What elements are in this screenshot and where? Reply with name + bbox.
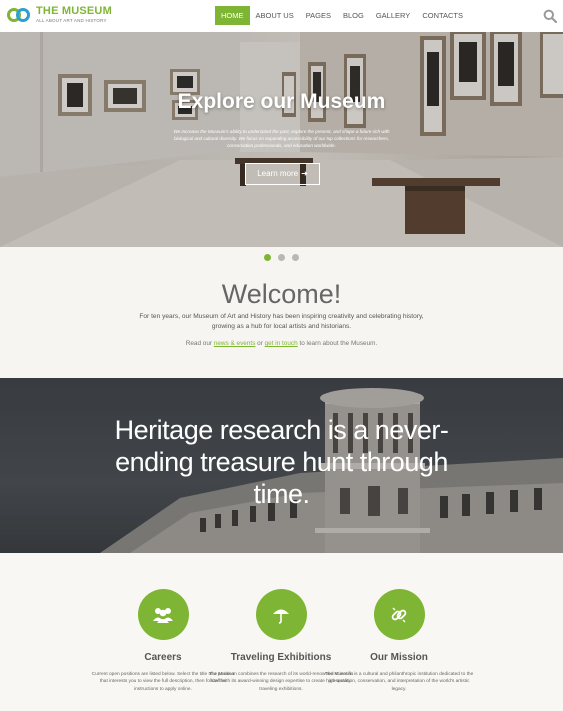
banner-quote: Heritage research is a never-ending trea… (114, 415, 449, 509)
heritage-banner: Heritage research is a never-ending trea… (0, 378, 563, 553)
features-section: Careers Current open positions are liste… (0, 553, 563, 711)
slider-dots (264, 254, 306, 261)
get-in-touch-link[interactable]: get in touch (265, 340, 298, 347)
site-logo[interactable]: THE MUSEUM ALL ABOUT ART AND HISTORY (7, 5, 112, 24)
slider-dot-1[interactable] (264, 254, 271, 261)
umbrella-icon[interactable] (255, 589, 307, 640)
nav-home[interactable]: HOME (215, 6, 250, 25)
site-header: THE MUSEUM ALL ABOUT ART AND HISTORY HOM… (0, 0, 563, 32)
hero-description: We increase the Museum's ability to unde… (173, 129, 390, 148)
feature-text: The Museum is a cultural and philanthrop… (324, 672, 474, 692)
slider-dot-2[interactable] (278, 254, 285, 261)
logo-title: THE MUSEUM (36, 5, 112, 17)
people-icon[interactable] (137, 589, 189, 640)
main-nav: HOME ABOUT US PAGES BLOG GALLERY CONTACT… (215, 6, 469, 25)
search-icon[interactable] (543, 9, 557, 23)
welcome-title: Welcome! (221, 279, 342, 309)
learn-more-button[interactable]: Learn more ➜ (245, 163, 320, 185)
hero-title: Explore our Museum (177, 90, 386, 113)
welcome-links-suffix: to learn about the Museum. (297, 340, 378, 347)
link-icon[interactable] (373, 589, 425, 640)
learn-more-label: Learn more (257, 169, 299, 178)
welcome-text: For ten years, our Museum of Art and His… (139, 313, 424, 330)
feature-title: Our Mission (370, 652, 428, 663)
welcome-links-middle: or (255, 340, 265, 347)
logo-rings-icon (7, 6, 30, 24)
nav-about-us[interactable]: ABOUT US (250, 6, 300, 25)
nav-blog[interactable]: BLOG (337, 6, 370, 25)
slider-dot-3[interactable] (292, 254, 299, 261)
welcome-links-prefix: Read our (185, 340, 214, 347)
feature-our-mission: Our Mission The Museum is a cultural and… (324, 589, 474, 693)
news-events-link[interactable]: news & events (214, 340, 256, 347)
nav-contacts[interactable]: CONTACTS (416, 6, 469, 25)
welcome-links: Read our news & events or get in touch t… (0, 340, 563, 347)
arrow-right-icon: ➜ (301, 169, 308, 178)
hero-slider: Explore our Museum We increase the Museu… (0, 32, 563, 247)
nav-pages[interactable]: PAGES (300, 6, 337, 25)
logo-subtitle: ALL ABOUT ART AND HISTORY (36, 18, 107, 23)
nav-gallery[interactable]: GALLERY (370, 6, 416, 25)
